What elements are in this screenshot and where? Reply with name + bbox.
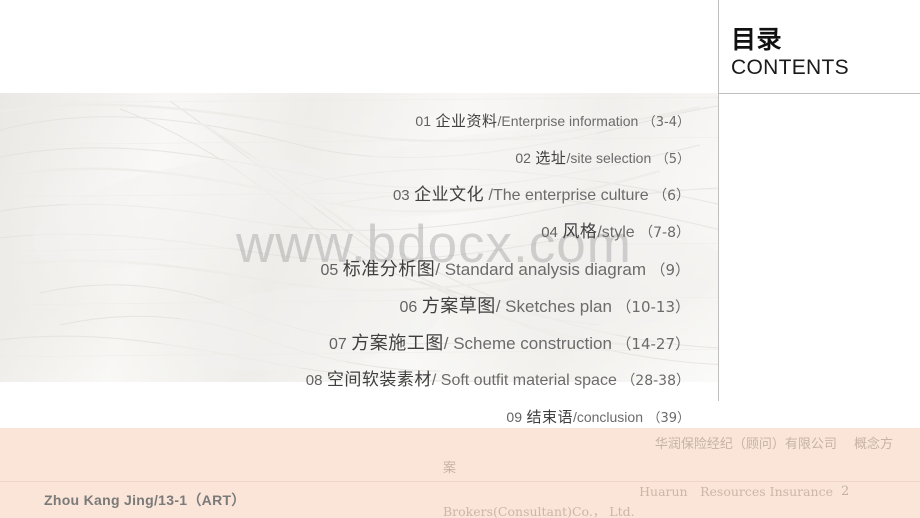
toc-label-chinese: 标准分析图 <box>342 259 436 280</box>
footer-author: Zhou Kang Jing/13-1（ART） <box>44 492 246 508</box>
toc-number: 07 <box>329 336 347 353</box>
toc-page-range: （28-38） <box>621 373 690 389</box>
toc-number: 05 <box>320 262 339 279</box>
toc-label-chinese: 企业资料 <box>435 112 498 130</box>
toc-number: 03 <box>392 187 410 204</box>
toc-item-06[interactable]: 06 方案草图/ Sketches plan （10-13） <box>300 288 690 325</box>
footer-company-name-english: Huarun Resources Insurance Brokers(Consu… <box>443 482 833 518</box>
page-number: 2 <box>841 484 850 499</box>
footer-company-en-line2: Brokers(Consultant)Co.， Ltd. <box>443 504 635 518</box>
toc-number: 02 <box>515 150 531 166</box>
toc-item-02[interactable]: 02 选址/site selection （5） <box>300 140 690 177</box>
page-title-chinese: 目录 <box>731 26 783 54</box>
footer-company-name-chinese: 华润保险经纪（顾问）有限公司 概念方 案 <box>443 433 893 481</box>
toc-label-english: / Sketches plan <box>495 297 612 316</box>
toc-number: 04 <box>541 224 558 241</box>
toc-page-range: （9） <box>650 261 690 279</box>
toc-label-chinese: 结束语 <box>526 408 573 426</box>
toc-label-chinese: 方案施工图 <box>351 333 444 354</box>
toc-label-chinese: 选址 <box>535 149 567 167</box>
title-underline-rule <box>719 93 920 94</box>
toc-page-range: （5） <box>655 152 690 167</box>
footer-bar: 华润保险经纪（顾问）有限公司 概念方 案 Zhou Kang Jing/13-1… <box>0 428 920 518</box>
toc-label-english: /conclusion <box>572 409 643 425</box>
toc-number: 01 <box>415 113 431 129</box>
footer-company-cn-line2: 案 <box>443 461 457 476</box>
footer-company-cn-line1: 华润保险经纪（顾问）有限公司 概念方 <box>654 437 893 452</box>
vertical-divider <box>718 0 719 401</box>
page-title: 目录 CONTENTS <box>731 25 917 81</box>
toc-label-chinese: 空间软装素材 <box>326 370 432 390</box>
slide-canvas: www.bdocx.com 目录 CONTENTS 01 企业资料/Enterp… <box>0 0 920 518</box>
toc-page-range: （39） <box>647 411 690 426</box>
toc-label-english: / Standard analysis diagram <box>435 260 646 279</box>
toc-label-english: / Scheme construction <box>443 334 612 353</box>
toc-item-04[interactable]: 04 风格/style （7-8） <box>300 214 690 251</box>
page-title-english: CONTENTS <box>731 56 849 79</box>
toc-number: 06 <box>399 299 418 316</box>
toc-label-english: /style <box>597 224 635 241</box>
toc-number: 08 <box>305 372 323 389</box>
toc-item-07[interactable]: 07 方案施工图/ Scheme construction （14-27） <box>300 325 690 362</box>
toc-page-range: （6） <box>653 188 690 204</box>
toc-item-08[interactable]: 08 空间软装素材/ Soft outfit material space （2… <box>300 362 690 399</box>
toc-number: 09 <box>506 409 522 425</box>
toc-page-range: （10-13） <box>616 298 690 316</box>
footer-company-en-line1: Huarun Resources Insurance <box>639 484 833 499</box>
toc-label-english: /Enterprise information <box>497 113 639 129</box>
toc-page-range: （14-27） <box>616 335 690 353</box>
table-of-contents: 01 企业资料/Enterprise information （3-4） 02 … <box>300 103 690 436</box>
toc-page-range: （3-4） <box>642 115 690 130</box>
toc-page-range: （7-8） <box>639 225 690 241</box>
toc-label-english: /The enterprise culture <box>488 187 649 204</box>
toc-item-05[interactable]: 05 标准分析图/ Standard analysis diagram （9） <box>300 251 690 288</box>
toc-label-chinese: 风格 <box>562 222 598 242</box>
toc-label-english: / Soft outfit material space <box>431 372 617 389</box>
toc-item-01[interactable]: 01 企业资料/Enterprise information （3-4） <box>300 103 690 140</box>
toc-label-chinese: 企业文化 <box>414 185 485 205</box>
toc-label-chinese: 方案草图 <box>421 296 496 317</box>
toc-label-english: /site selection <box>566 150 652 166</box>
toc-item-03[interactable]: 03 企业文化 /The enterprise culture （6） <box>300 177 690 214</box>
